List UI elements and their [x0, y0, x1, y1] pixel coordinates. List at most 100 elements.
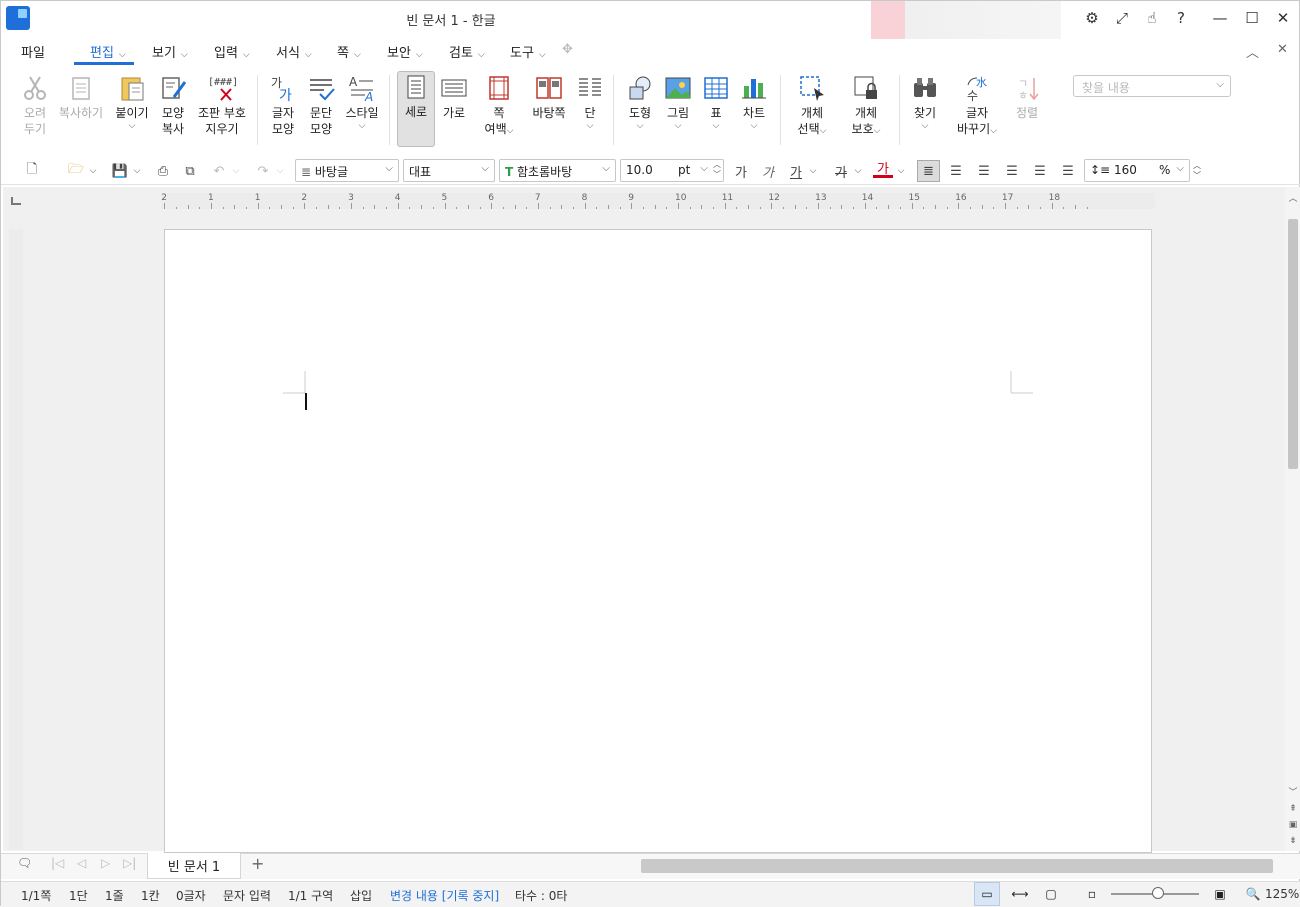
scroll-down-arrow[interactable]: ﹀ [1285, 783, 1300, 799]
font-color-button[interactable]: 가 [873, 160, 893, 178]
chevron-down-icon[interactable]: ⌵ [751, 121, 758, 131]
italic-button[interactable]: 가 [758, 160, 778, 182]
erase-marks-button[interactable]: [###] 조판 부호 지우기 [195, 73, 249, 137]
menu-security[interactable]: 보안 ⌵ [387, 42, 423, 61]
sort-button[interactable]: ㄱㅎ 정렬 [1003, 73, 1051, 121]
chevron-down-icon[interactable]: ⌵ [274, 160, 286, 182]
puzzle-icon[interactable]: ✥ [562, 42, 573, 57]
justify-align-icon[interactable]: ≣ [917, 160, 940, 182]
menu-view[interactable]: 보기 ⌵ [152, 42, 188, 61]
menu-review[interactable]: 검토 ⌵ [449, 42, 485, 61]
new-doc-icon[interactable]: 🗋 [21, 160, 43, 182]
strikethrough-button[interactable]: 가 [831, 160, 851, 182]
spin-arrows-icon[interactable]: ︿ ﹀ [713, 160, 721, 180]
chevron-down-icon[interactable]: ⌵ [637, 121, 644, 131]
chevron-down-icon[interactable]: ⌵ [713, 121, 720, 131]
magnifier-icon[interactable]: 🔍 [1240, 882, 1266, 906]
next-tab-icon[interactable]: ▷ [101, 856, 110, 870]
close-button[interactable]: ✕ [1271, 7, 1295, 29]
redo-icon[interactable]: ↷ [252, 160, 274, 182]
spin-arrows-icon[interactable]: ︿ ﹀ [1190, 160, 1204, 182]
object-protect-button[interactable]: 개체 보호⌵ [842, 73, 890, 137]
chevron-down-icon[interactable]: ⌵ [587, 121, 594, 131]
chevron-down-icon[interactable]: ⌵ [602, 163, 610, 174]
chevron-down-icon[interactable]: ⌵ [675, 121, 682, 131]
add-tab-button[interactable]: + [251, 854, 264, 873]
last-tab-icon[interactable]: ▷| [123, 856, 136, 870]
chevron-down-icon[interactable]: ⌵ [385, 163, 393, 174]
underline-button[interactable]: 가 [786, 160, 806, 182]
distribute-align-icon[interactable]: ☰ [1030, 160, 1050, 182]
minimize-button[interactable]: — [1208, 7, 1232, 29]
zoom-slider-handle[interactable] [1152, 887, 1164, 899]
font-size-input[interactable]: 10.0 pt ⌵ ︿ ﹀ [620, 159, 724, 182]
chevron-down-icon[interactable]: ⌵ [1176, 163, 1184, 174]
gear-icon[interactable]: ⚙ [1080, 7, 1104, 29]
chevron-down-icon[interactable]: ⌵ [807, 160, 819, 182]
status-char-count[interactable]: 0글자 [176, 887, 206, 904]
chevron-down-icon[interactable]: ⌵ [922, 121, 929, 131]
maximize-button[interactable]: ☐ [1240, 7, 1264, 29]
status-input-mode[interactable]: 문자 입력 [223, 887, 271, 904]
zoom-in-icon[interactable]: ▣ [1207, 882, 1233, 906]
chevron-down-icon[interactable]: ⌵ [895, 160, 907, 182]
align-center-icon[interactable]: ☰ [974, 160, 994, 182]
replace-button[interactable]: 水수 글자 바꾸기⌵ [953, 73, 1001, 137]
chevron-down-icon[interactable]: ⌵ [129, 121, 136, 131]
first-tab-icon[interactable]: |◁ [51, 856, 64, 870]
zoom-out-icon[interactable]: ▫ [1079, 882, 1105, 906]
next-page-icon[interactable]: ⇟ [1285, 833, 1300, 849]
scroll-up-arrow[interactable]: ︿ [1285, 189, 1300, 205]
chevron-down-icon[interactable]: ⌵ [481, 163, 489, 174]
prev-tab-icon[interactable]: ◁ [77, 856, 86, 870]
menu-format[interactable]: 서식 ⌵ [276, 42, 312, 61]
copy-button[interactable]: 복사하기 [57, 73, 105, 121]
help-icon[interactable]: ? [1169, 7, 1193, 29]
touch-hand-icon[interactable]: ☝ [1140, 7, 1164, 29]
font-select[interactable]: T 함초롬바탕 ⌵ [499, 159, 616, 182]
prev-page-icon[interactable]: ⇞ [1285, 801, 1300, 817]
collapse-ribbon-icon[interactable]: ︿ [1246, 42, 1259, 61]
landscape-button[interactable]: 가로 [430, 73, 478, 121]
chevron-down-icon[interactable]: ⌵ [507, 126, 514, 136]
expand-icon[interactable]: ⤢ [1110, 7, 1134, 29]
style-button[interactable]: AA 스타일 ⌵ [338, 73, 386, 131]
columns-button[interactable]: 단 ⌵ [566, 73, 614, 131]
horizontal-ruler[interactable]: 2 1 1 2 3 4 5 6 7 8 9 10 11 12 13 14 15 16 17 18 [161, 193, 1155, 209]
style-select[interactable]: ≣ 바탕글 ⌵ [295, 159, 399, 182]
horizontal-scrollbar[interactable] [641, 859, 1273, 873]
bold-button[interactable]: 가 [731, 160, 751, 182]
document-page[interactable] [164, 229, 1152, 853]
chevron-down-icon[interactable]: ⌵ [230, 160, 242, 182]
chevron-down-icon[interactable]: ⌵ [359, 121, 366, 131]
chevron-down-icon[interactable]: ⌵ [852, 160, 864, 182]
align-left-icon[interactable]: ☰ [946, 160, 966, 182]
find-button[interactable]: 찾기 ⌵ [901, 73, 949, 131]
memo-icon[interactable]: 🗨 [17, 856, 32, 870]
page-margin-button[interactable]: 쪽 여백⌵ [475, 73, 523, 137]
chevron-down-icon[interactable]: ⌵ [131, 160, 143, 182]
cut-button[interactable]: 오려 두기 [11, 73, 59, 137]
menu-file[interactable]: 파일 [21, 42, 45, 61]
vertical-scroll-thumb[interactable] [1288, 219, 1298, 469]
align-right-icon[interactable]: ☰ [1002, 160, 1022, 182]
format-copy-button[interactable]: 모양 복사 [149, 73, 197, 137]
undo-icon[interactable]: ↶ [208, 160, 230, 182]
tab-document[interactable]: 빈 문서 1 [147, 853, 241, 879]
object-select-button[interactable]: 개체 선택⌵ [788, 73, 836, 137]
chevron-down-icon[interactable]: ⌵ [874, 126, 881, 136]
line-spacing-input[interactable]: ↕≡ 160% ⌵ [1084, 159, 1190, 182]
status-track-changes[interactable]: 변경 내용 [기록 중지] [390, 887, 499, 904]
open-folder-icon[interactable]: 🗁 [65, 160, 87, 182]
page-select-icon[interactable]: ▣ [1285, 817, 1300, 833]
print-preview-icon[interactable]: ⧉ [179, 160, 201, 182]
chart-button[interactable]: 차트 ⌵ [730, 73, 778, 131]
full-page-icon[interactable]: ▢ [1038, 882, 1064, 906]
zoom-level[interactable]: 125% [1265, 887, 1299, 901]
status-page[interactable]: 1/1쪽 [21, 887, 51, 904]
chevron-down-icon[interactable]: ⌵ [990, 126, 997, 136]
close-doc-icon[interactable]: ✕ [1277, 42, 1288, 57]
save-icon[interactable]: 💾 [109, 160, 131, 182]
chevron-down-icon[interactable]: ⌵ [700, 163, 708, 174]
divide-align-icon[interactable]: ☰ [1058, 160, 1078, 182]
